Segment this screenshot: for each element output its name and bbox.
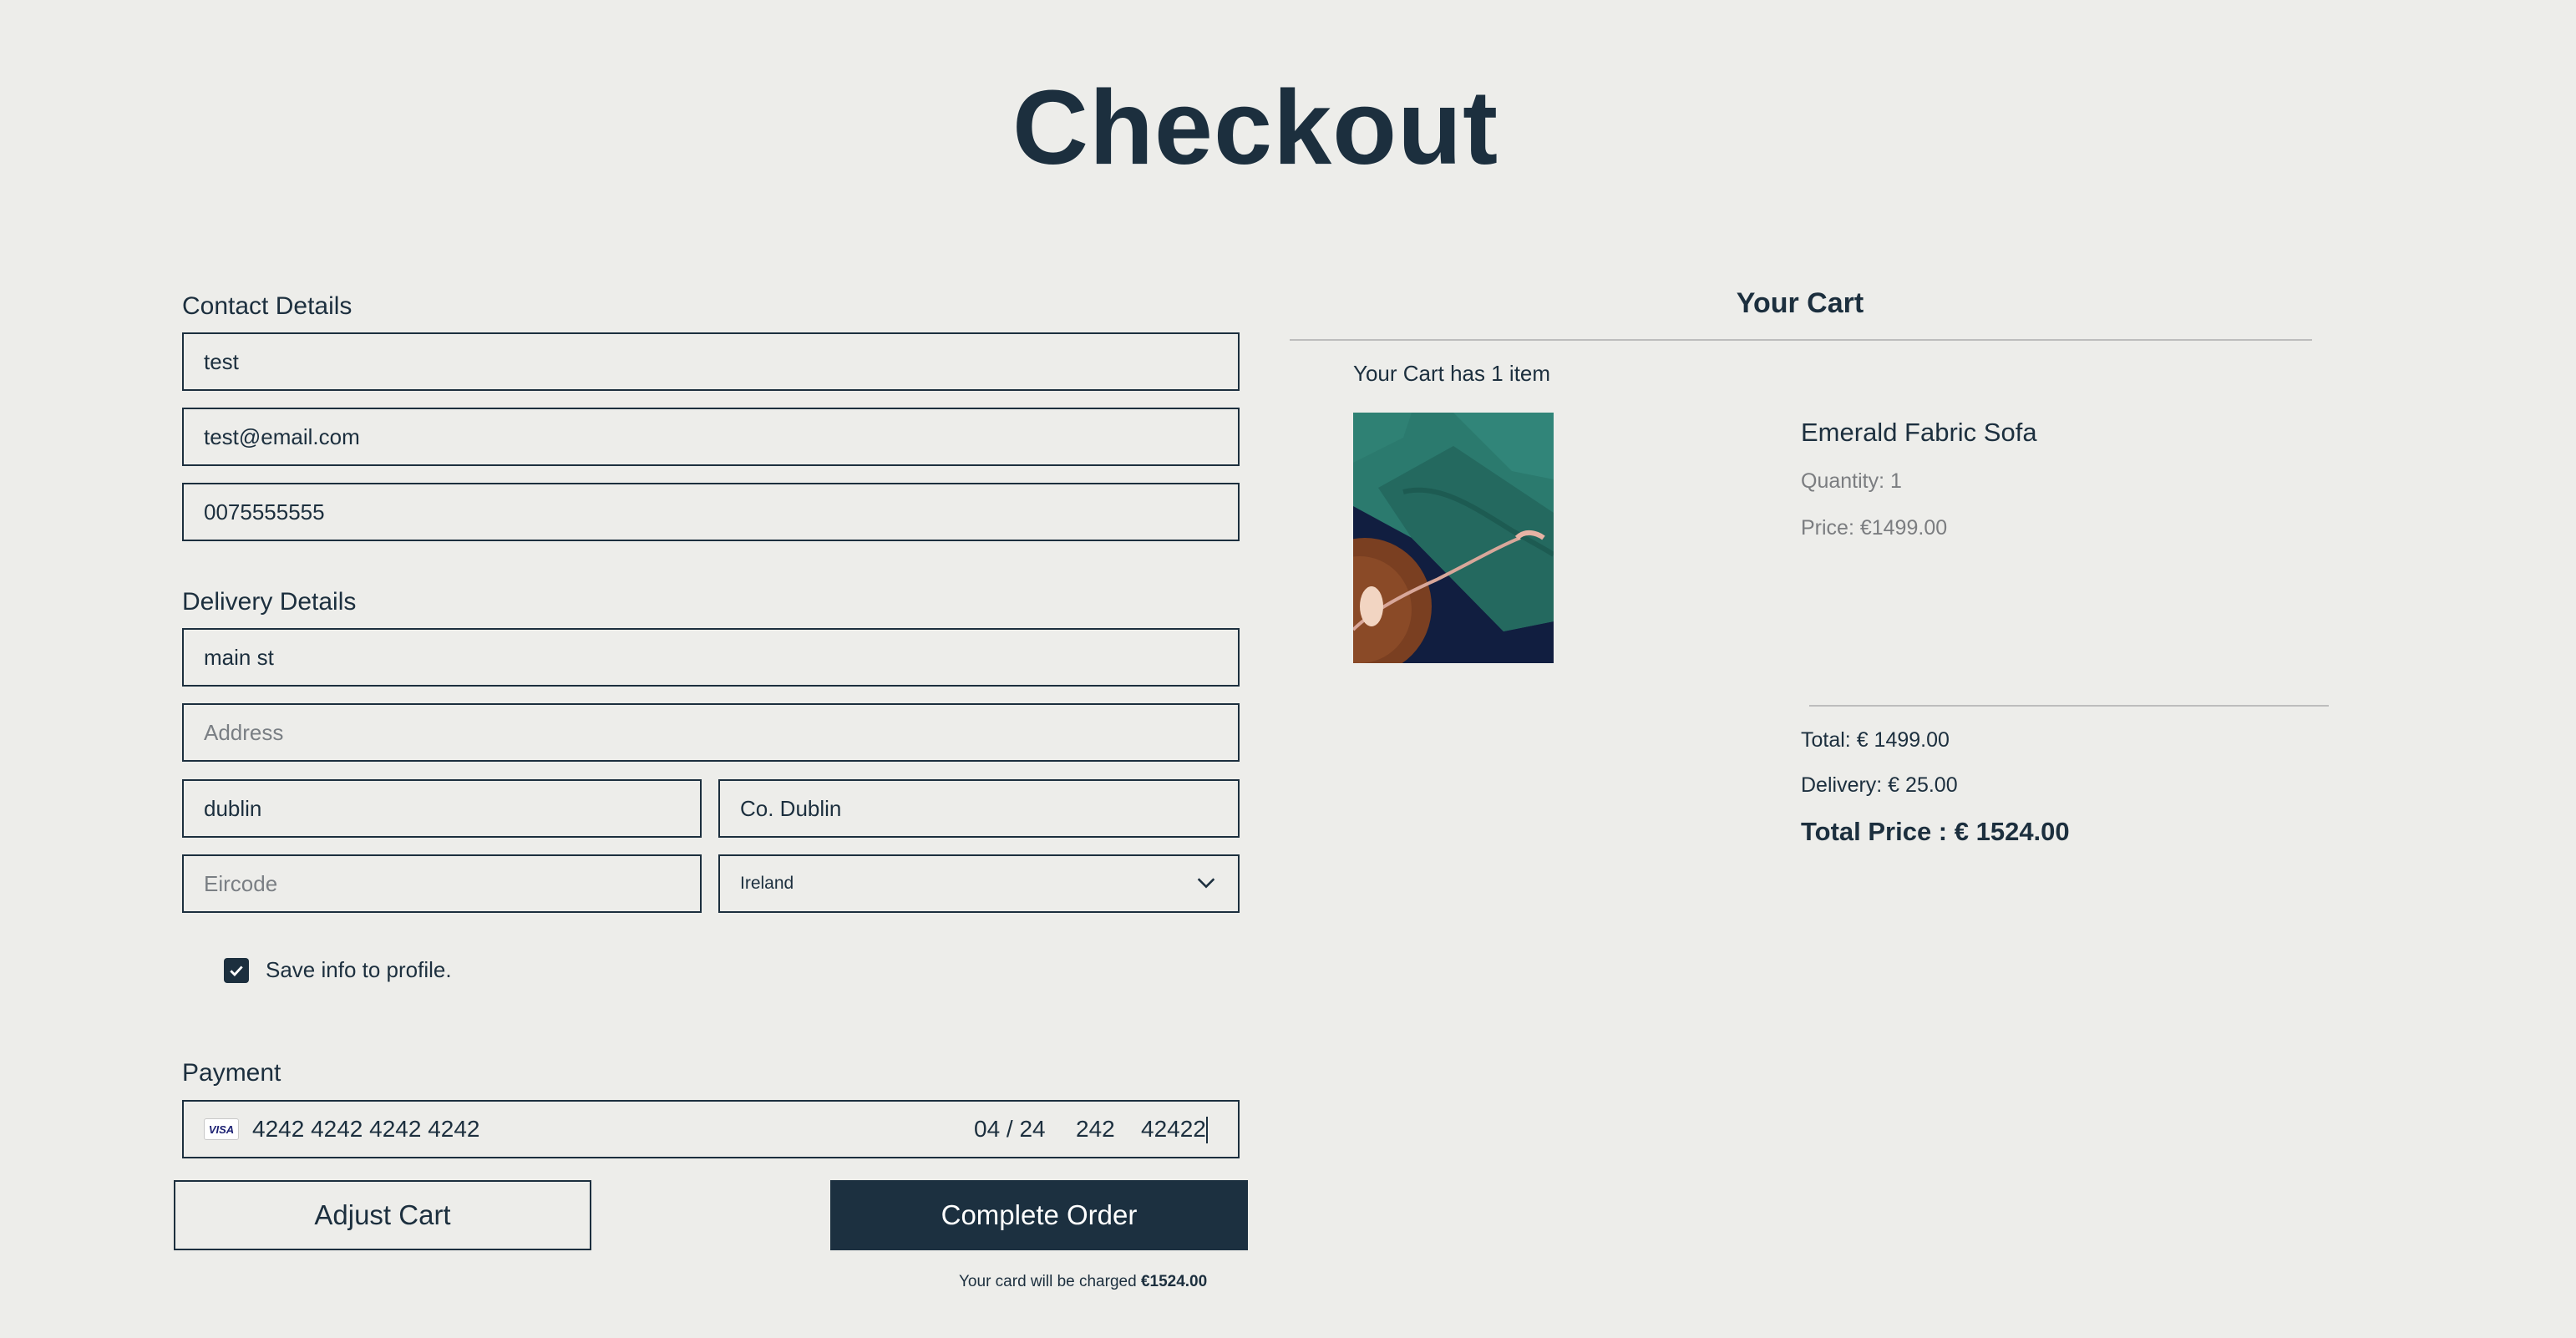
- country-select[interactable]: Ireland: [718, 854, 1240, 913]
- complete-order-button[interactable]: Complete Order: [830, 1180, 1248, 1250]
- card-postal-value[interactable]: 42422: [1141, 1116, 1206, 1143]
- email-field[interactable]: [182, 408, 1240, 466]
- street-field[interactable]: [182, 628, 1240, 687]
- sofa-image: [1353, 413, 1554, 663]
- phone-field[interactable]: [182, 483, 1240, 541]
- card-input[interactable]: VISA 4242 4242 4242 4242 04 / 24 242 424…: [182, 1100, 1240, 1158]
- product-price: Price: €1499.00: [1801, 516, 1948, 540]
- adjust-cart-button[interactable]: Adjust Cart: [174, 1180, 591, 1250]
- address-field[interactable]: [182, 703, 1240, 762]
- charge-amount: €1524.00: [1140, 1273, 1208, 1290]
- card-expiry-value[interactable]: 04 / 24: [974, 1116, 1046, 1143]
- delivery-cost: Delivery: € 25.00: [1801, 773, 1958, 797]
- grand-total: Total Price : € 1524.00: [1801, 817, 2070, 846]
- charge-note: Your card will be charged €1524.00: [959, 1273, 1207, 1291]
- charge-note-text: Your card will be charged: [959, 1273, 1137, 1290]
- name-field[interactable]: [182, 332, 1240, 391]
- card-number-value[interactable]: 4242 4242 4242 4242: [252, 1116, 480, 1143]
- save-info-row[interactable]: Save info to profile.: [224, 957, 452, 983]
- save-info-checkbox[interactable]: [224, 957, 249, 983]
- page-title: Checkout: [1012, 68, 1499, 186]
- check-icon: [230, 965, 243, 976]
- cart-title-divider: [1290, 339, 2312, 341]
- product-quantity: Quantity: 1: [1801, 469, 1902, 493]
- city-field[interactable]: [182, 779, 702, 838]
- save-info-label: Save info to profile.: [266, 957, 452, 982]
- cart-title: Your Cart: [1736, 287, 1864, 319]
- country-selected-value: Ireland: [740, 874, 794, 893]
- product-name: Emerald Fabric Sofa: [1801, 418, 2037, 447]
- eircode-field[interactable]: [182, 854, 702, 913]
- county-field[interactable]: [718, 779, 1240, 838]
- cart-count: Your Cart has 1 item: [1353, 361, 1551, 386]
- contact-details-label: Contact Details: [182, 292, 352, 320]
- visa-card-icon: VISA: [204, 1118, 239, 1140]
- card-cvc-value[interactable]: 242: [1076, 1116, 1115, 1143]
- subtotal: Total: € 1499.00: [1801, 728, 1950, 752]
- text-cursor: [1206, 1117, 1208, 1143]
- payment-label: Payment: [182, 1059, 281, 1087]
- chevron-down-icon: [1197, 878, 1215, 889]
- totals-divider: [1809, 705, 2329, 707]
- delivery-details-label: Delivery Details: [182, 588, 357, 616]
